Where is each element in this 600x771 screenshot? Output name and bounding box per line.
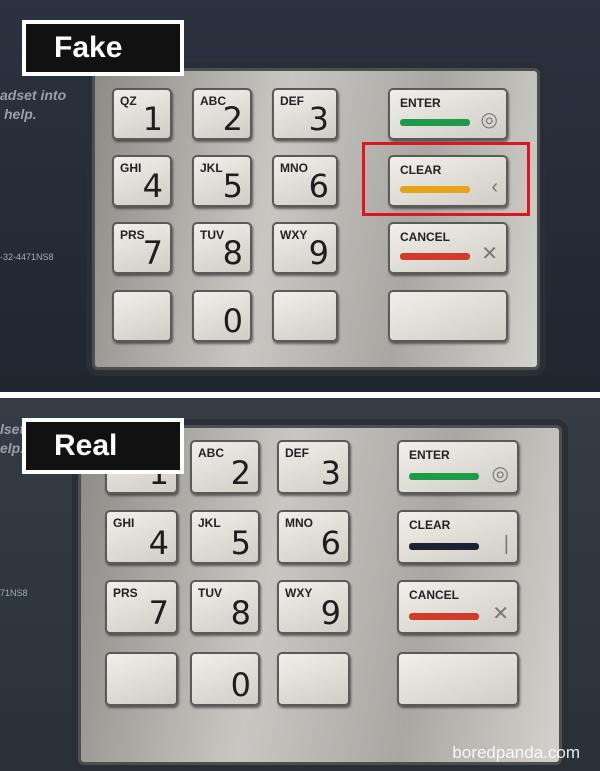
key-7[interactable]: PRS 7 (105, 580, 178, 634)
key-digit: 9 (320, 594, 341, 632)
color-bar (400, 119, 470, 126)
key-letters: JKL (198, 516, 221, 530)
key-1[interactable]: QZ 1 (112, 88, 172, 140)
blank-key[interactable] (397, 652, 519, 706)
key-digit: 6 (308, 167, 329, 205)
key-9[interactable]: WXY 9 (277, 580, 350, 634)
function-key-label: CANCEL (400, 230, 450, 244)
key-3[interactable]: DEF 3 (272, 88, 338, 140)
key-7[interactable]: PRS 7 (112, 222, 172, 274)
circle-icon: ◎ (491, 463, 509, 485)
key-digit: 0 (230, 666, 251, 704)
key-letters: ABC (198, 446, 224, 460)
function-key-label: CANCEL (409, 588, 459, 602)
key-6[interactable]: MNO 6 (272, 155, 338, 207)
key-digit: 2 (222, 100, 243, 138)
real-atm-photo: lset intoelp. 71NS8 1ABC2DEF3GHI4JKL5MNO… (0, 398, 600, 771)
key-blank[interactable] (112, 290, 172, 342)
key-digit: 9 (308, 234, 329, 272)
function-key-label: ENTER (409, 448, 450, 462)
key-digit: 2 (230, 454, 251, 492)
key-letters: MNO (285, 516, 313, 530)
key-digit: 4 (148, 524, 169, 562)
color-bar (409, 473, 479, 480)
key-8[interactable]: TUV 8 (190, 580, 260, 634)
key-letters: MNO (280, 161, 308, 175)
key-3[interactable]: DEF 3 (277, 440, 350, 494)
key-9[interactable]: WXY 9 (272, 222, 338, 274)
small-print: 71NS8 (0, 588, 28, 598)
key-digit: 5 (230, 524, 251, 562)
key-digit: 7 (142, 234, 163, 272)
key-letters: PRS (120, 228, 145, 242)
key-2[interactable]: ABC 2 (190, 440, 260, 494)
key-letters: TUV (198, 586, 222, 600)
color-bar (400, 253, 470, 260)
key-digit: 8 (222, 234, 243, 272)
key-digit: 8 (230, 594, 251, 632)
key-blank[interactable] (277, 652, 350, 706)
key-letters: GHI (113, 516, 135, 530)
function-key-label: CLEAR (409, 518, 451, 532)
key-digit: 4 (142, 167, 163, 205)
key-letters: PRS (113, 586, 138, 600)
key-letters: TUV (200, 228, 224, 242)
key-digit: 6 (320, 524, 341, 562)
key-digit: 5 (222, 167, 243, 205)
key-5[interactable]: JKL 5 (192, 155, 252, 207)
key-digit: 0 (222, 302, 243, 340)
key-6[interactable]: MNO 6 (277, 510, 350, 564)
fake-atm-photo: adset into help. -32-4471NS8 QZ 1 ABC 2 DEF 3 G… (0, 0, 600, 392)
cancel-key[interactable]: CANCEL ✕ (397, 580, 519, 634)
watermark: boredpanda.com (452, 743, 580, 762)
fake-label: Fake (22, 20, 184, 76)
key-0[interactable]: 0 (190, 652, 260, 706)
key-4[interactable]: GHI 4 (112, 155, 172, 207)
circle-icon: ◎ (480, 109, 498, 131)
highlight-box (362, 142, 530, 216)
real-label: Real (22, 418, 184, 474)
key-digit: 3 (320, 454, 341, 492)
key-4[interactable]: GHI 4 (105, 510, 178, 564)
key-letters: GHI (120, 161, 142, 175)
key-blank[interactable] (105, 652, 178, 706)
key-letters: DEF (285, 446, 309, 460)
x-icon: ✕ (492, 603, 509, 625)
side-instructions: adset into help. (0, 86, 66, 124)
key-2[interactable]: ABC 2 (192, 88, 252, 140)
key-digit: 3 (308, 100, 329, 138)
key-letters: DEF (280, 94, 304, 108)
clear-key[interactable]: CLEAR | (397, 510, 519, 564)
function-key-label: ENTER (400, 96, 441, 110)
blank-key[interactable] (388, 290, 508, 342)
x-icon: ✕ (481, 243, 498, 265)
enter-key[interactable]: ENTER ◎ (388, 88, 508, 140)
bar-icon: | (503, 533, 509, 555)
color-bar (409, 543, 479, 550)
side-line: adset into (0, 87, 67, 103)
key-5[interactable]: JKL 5 (190, 510, 260, 564)
key-digit: 1 (142, 100, 163, 138)
cancel-key[interactable]: CANCEL ✕ (388, 222, 508, 274)
key-letters: QZ (120, 94, 137, 108)
key-8[interactable]: TUV 8 (192, 222, 252, 274)
key-digit: 7 (148, 594, 169, 632)
side-line: help. (4, 106, 37, 122)
key-letters: JKL (200, 161, 223, 175)
key-blank[interactable] (272, 290, 338, 342)
small-print: -32-4471NS8 (0, 252, 54, 262)
key-letters: WXY (280, 228, 308, 242)
color-bar (409, 613, 479, 620)
key-letters: WXY (285, 586, 313, 600)
enter-key[interactable]: ENTER ◎ (397, 440, 519, 494)
key-0[interactable]: 0 (192, 290, 252, 342)
